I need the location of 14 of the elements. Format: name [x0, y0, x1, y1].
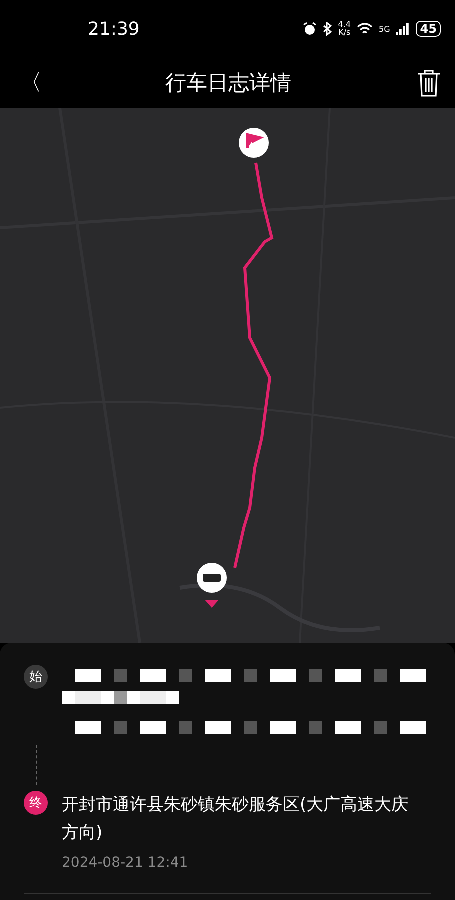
end-time: 2024-08-21 12:41: [62, 855, 190, 871]
network-speed: 4.4 K/s: [338, 21, 351, 37]
end-address: 开封市通许县朱砂镇朱砂服务区(大广高速大庆方向): [62, 794, 410, 845]
network-type: 5G: [379, 24, 390, 34]
page-title: 行车日志详情: [166, 70, 292, 97]
battery-level: 45: [416, 21, 441, 37]
alarm-icon: [303, 22, 318, 36]
signal-icon: [396, 23, 410, 35]
wifi-icon: [357, 23, 373, 35]
start-badge: 始: [24, 665, 48, 689]
end-badge: 终: [24, 791, 48, 815]
bluetooth-icon: [323, 22, 332, 36]
status-time: 21:39: [88, 18, 141, 40]
back-button[interactable]: 〈: [16, 68, 46, 98]
